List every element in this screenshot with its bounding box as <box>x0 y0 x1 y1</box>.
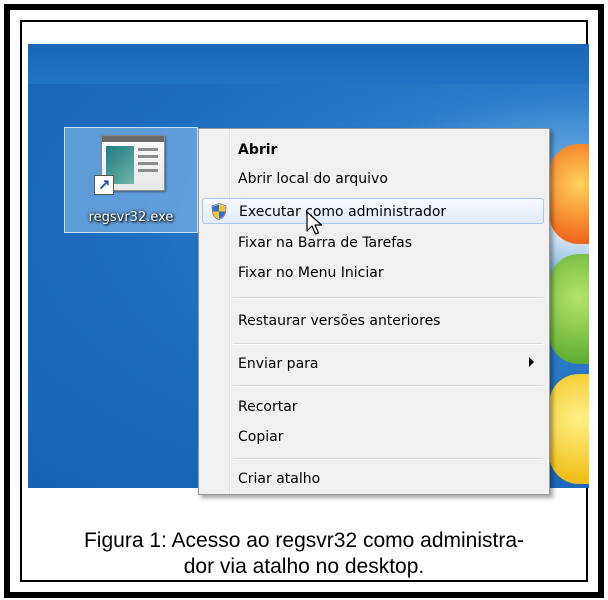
mouse-pointer-icon <box>306 211 323 235</box>
figure-caption: Figura 1: Acesso ao regsvr32 como admini… <box>14 528 594 580</box>
menu-separator <box>233 458 543 460</box>
menu-item-fixar-menu[interactable]: Fixar no Menu Iniciar <box>202 260 544 286</box>
menu-item-abrir[interactable]: Abrir <box>202 137 544 163</box>
menu-item-criar-atalho[interactable]: Criar atalho <box>202 466 544 492</box>
menu-separator <box>233 343 543 345</box>
menu-item-executar-admin[interactable]: Executar como administrador <box>202 198 544 224</box>
menu-item-recortar[interactable]: Recortar <box>202 394 544 420</box>
uac-shield-icon <box>211 203 227 220</box>
menu-item-enviar-para[interactable]: Enviar para <box>202 351 544 377</box>
menu-separator <box>233 385 543 387</box>
submenu-arrow-icon <box>529 357 534 367</box>
shortcut-arrow-icon: ↗ <box>94 175 114 195</box>
windows-logo-wallpaper <box>549 144 589 484</box>
menu-item-fixar-barra[interactable]: Fixar na Barra de Tarefas <box>202 230 544 256</box>
menu-item-abrir-local[interactable]: Abrir local do arquivo <box>202 166 544 192</box>
menu-item-copiar[interactable]: Copiar <box>202 424 544 450</box>
context-menu: Abrir Abrir local do arquivo Executar co… <box>198 128 550 495</box>
desktop-icon-label[interactable]: regsvr32.exe <box>66 210 196 225</box>
caption-line-1: Figura 1: Acesso ao regsvr32 como admini… <box>83 529 525 552</box>
caption-line-2: dor via atalho no desktop. <box>183 555 425 578</box>
menu-separator <box>233 297 543 299</box>
menu-item-restaurar[interactable]: Restaurar versões anteriores <box>202 308 544 334</box>
